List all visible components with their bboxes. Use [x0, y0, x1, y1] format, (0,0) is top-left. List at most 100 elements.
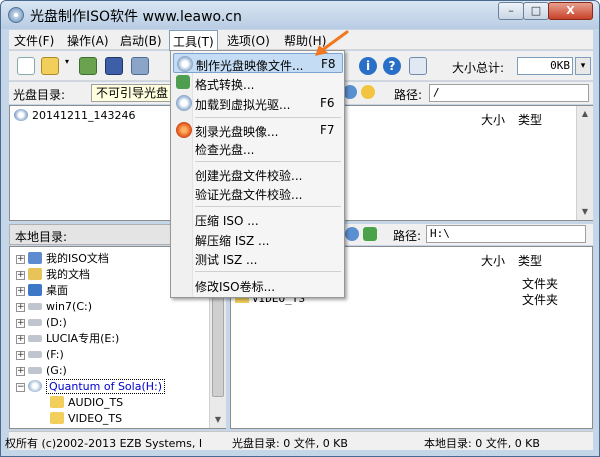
list-item-type: 文件夹 — [522, 277, 559, 291]
menu-item-verify-checksum[interactable]: 验证光盘文件校验... — [173, 183, 343, 203]
exit-icon[interactable] — [409, 57, 427, 75]
iso-folder-icon — [28, 252, 42, 264]
tree-item-drive-f[interactable]: (F:) — [28, 347, 64, 363]
disc-image-icon — [177, 56, 193, 72]
tree-label: 我的文档 — [46, 268, 90, 281]
expand-icon[interactable]: + — [16, 303, 25, 312]
settings-gear-icon[interactable] — [343, 85, 357, 99]
expand-icon[interactable]: + — [16, 319, 25, 328]
tree-item-my-docs[interactable]: 我的文档 — [28, 267, 90, 283]
menu-item-convert[interactable]: 格式转换... — [173, 73, 343, 93]
disc-list-scrollbar[interactable]: ▲ ▼ — [576, 106, 593, 220]
collapse-icon[interactable]: − — [16, 383, 25, 392]
expand-icon[interactable]: + — [16, 271, 25, 280]
disc-icon — [14, 109, 28, 121]
tree-item-drive-d[interactable]: (D:) — [28, 315, 67, 331]
tree-item-iso-docs[interactable]: 我的ISO文档 — [28, 251, 109, 267]
menu-item-label: 加载到虚拟光驱... — [195, 98, 291, 112]
menu-bar: 文件(F) 操作(A) 启动(B) 工具(T) 选项(O) 帮助(H) — [9, 30, 593, 51]
menu-item-label: 制作光盘映像文件... — [196, 59, 304, 73]
local-col-type[interactable]: 类型 — [518, 252, 542, 269]
tree-item-drive-h[interactable]: Quantum of Sola(H:) — [28, 379, 166, 395]
menu-item-compress-iso[interactable]: 压缩 ISO ... — [173, 209, 343, 229]
minimize-button[interactable]: – — [498, 2, 524, 20]
convert-icon — [176, 75, 190, 89]
disc-refresh-icon[interactable] — [361, 85, 375, 99]
expand-icon[interactable]: + — [16, 351, 25, 360]
menu-item-burn-image[interactable]: 刻录光盘映像... F7 — [173, 120, 343, 140]
extract-icon[interactable] — [79, 57, 97, 75]
burn-icon — [176, 122, 192, 138]
menu-item-check-disc[interactable]: 检查光盘... — [173, 138, 343, 158]
local-refresh-icon[interactable] — [363, 227, 377, 241]
tree-item-desktop[interactable]: 桌面 — [28, 283, 68, 299]
menu-item-label: 修改ISO卷标... — [195, 280, 276, 294]
size-unit-dropdown[interactable]: ▾ — [575, 57, 591, 75]
title-bar[interactable]: 光盘制作ISO软件 www.leawo.cn – □ X — [1, 1, 599, 29]
local-status: 本地目录: 0 文件, 0 KB — [424, 437, 540, 450]
info-icon[interactable]: i — [359, 57, 377, 75]
expand-icon[interactable]: + — [16, 255, 25, 264]
menu-actions[interactable]: 操作(A) — [64, 32, 112, 49]
local-settings-icon[interactable] — [345, 227, 359, 241]
new-icon[interactable] — [17, 57, 35, 75]
boot-status-field[interactable]: 不可引导光盘 — [91, 84, 181, 102]
open-folder-icon[interactable] — [41, 57, 59, 75]
drive-icon — [28, 303, 42, 310]
tree-item-drive-c[interactable]: win7(C:) — [28, 299, 92, 315]
tree-item-video-ts[interactable]: VIDEO_TS — [50, 411, 122, 427]
drive-icon — [28, 319, 42, 326]
disc-col-type[interactable]: 类型 — [518, 111, 542, 128]
menu-separator — [195, 271, 341, 272]
list-item-type: 文件夹 — [522, 293, 559, 307]
help-icon[interactable]: ? — [383, 57, 401, 75]
tree-item-drive-g[interactable]: (G:) — [28, 363, 67, 379]
save-as-icon[interactable] — [131, 57, 149, 75]
expand-icon[interactable]: + — [16, 367, 25, 376]
drive-icon — [28, 351, 42, 358]
scroll-down-icon[interactable]: ▼ — [577, 204, 593, 220]
scroll-up-icon[interactable]: ▲ — [577, 106, 593, 122]
menu-item-mount-virtual[interactable]: 加载到虚拟光驱... F6 — [173, 93, 343, 113]
annotation-arrow-icon — [315, 30, 349, 56]
menu-item-shortcut: F8 — [321, 57, 336, 71]
scroll-down-icon[interactable]: ▼ — [210, 412, 226, 428]
tree-label: 我的ISO文档 — [46, 252, 109, 265]
save-icon[interactable] — [105, 57, 123, 75]
menu-item-decompress-isz[interactable]: 解压缩 ISZ ... — [173, 229, 343, 249]
dropdown-arrow-icon[interactable]: ▾ — [65, 57, 73, 75]
tree-label: win7(C:) — [46, 300, 92, 313]
disc-path-field[interactable]: / — [429, 84, 589, 102]
expand-icon[interactable]: + — [16, 287, 25, 296]
tree-label: VIDEO_TS — [68, 412, 123, 425]
disc-app-icon — [8, 7, 24, 23]
tree-label: (G:) — [46, 364, 67, 377]
tree-item-audio-ts[interactable]: AUDIO_TS — [50, 395, 123, 411]
maximize-button[interactable]: □ — [523, 2, 549, 20]
window-title: 光盘制作ISO软件 www.leawo.cn — [30, 9, 242, 25]
disc-root-item[interactable]: 20141211_143246 — [14, 108, 135, 124]
tree-label: LUCIA专用(E:) — [46, 332, 120, 345]
local-col-size[interactable]: 大小 — [481, 252, 505, 269]
menu-options[interactable]: 选项(O) — [224, 32, 273, 49]
documents-folder-icon — [28, 268, 42, 280]
local-path-field[interactable]: H:\ — [426, 225, 586, 243]
disc-path-label: 路径: — [394, 88, 423, 102]
disc-status: 光盘目录: 0 文件, 0 KB — [232, 437, 348, 450]
scroll-thumb[interactable] — [212, 297, 224, 397]
expand-icon[interactable]: + — [16, 335, 25, 344]
close-button[interactable]: X — [548, 2, 593, 20]
menu-boot[interactable]: 启动(B) — [117, 32, 165, 49]
tree-item-drive-e[interactable]: LUCIA专用(E:) — [28, 331, 119, 347]
menu-tools[interactable]: 工具(T) — [169, 30, 218, 51]
menu-item-label: 解压缩 ISZ ... — [195, 234, 270, 248]
drive-icon — [28, 335, 42, 342]
tree-label: AUDIO_TS — [68, 396, 124, 409]
menu-file[interactable]: 文件(F) — [11, 32, 57, 49]
menu-item-modify-label[interactable]: 修改ISO卷标... — [173, 275, 343, 295]
menu-item-create-checksum[interactable]: 创建光盘文件校验... — [173, 164, 343, 184]
menu-item-test-isz[interactable]: 测试 ISZ ... — [173, 248, 343, 268]
menu-item-label: 压缩 ISO ... — [195, 214, 259, 228]
disc-col-size[interactable]: 大小 — [481, 111, 505, 128]
menu-separator — [195, 206, 341, 207]
